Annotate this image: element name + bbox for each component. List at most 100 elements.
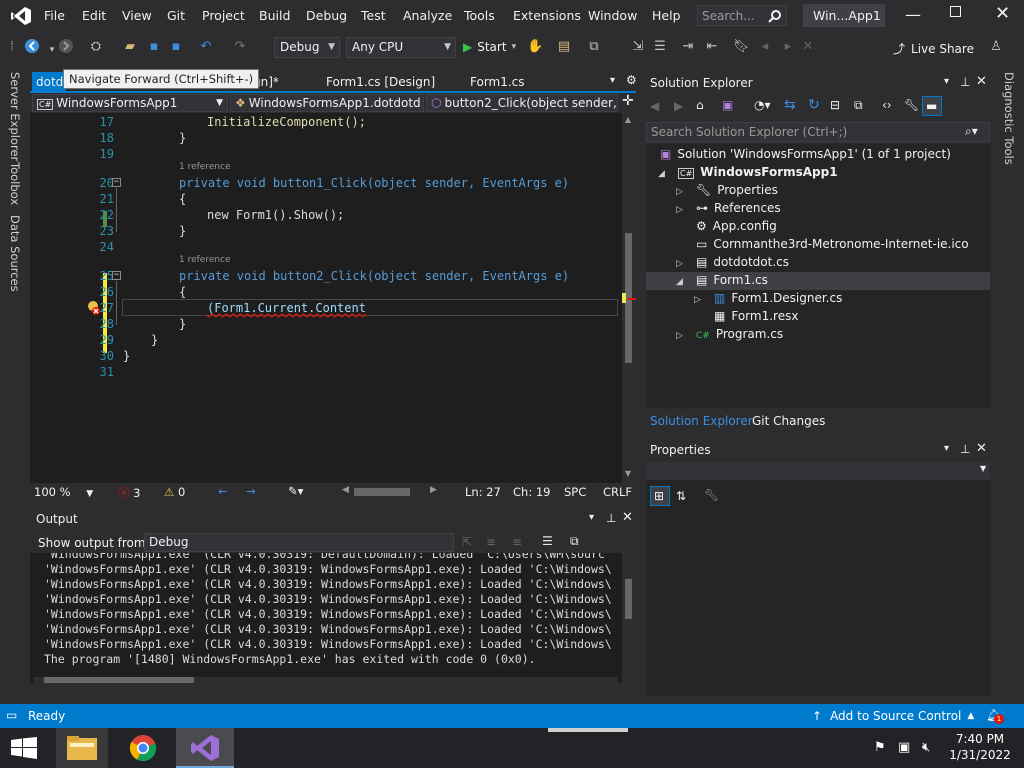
menu-edit[interactable]: Edit — [82, 8, 106, 23]
prev-issue-icon[interactable]: ← — [218, 484, 228, 498]
attach-icon[interactable]: ✋ — [527, 39, 543, 55]
properties-wrench-icon[interactable]: 🔧︎ — [904, 98, 919, 112]
expanded-arrow-icon[interactable]: ◢ — [658, 169, 665, 179]
collapse-icon[interactable]: − — [112, 271, 121, 280]
categorized-button[interactable]: ⊞ — [650, 486, 670, 506]
collapsed-arrow-icon[interactable]: ▷ — [676, 259, 683, 269]
split-icon[interactable]: ✛ — [622, 93, 634, 109]
switch-views-icon[interactable]: ▣ — [722, 98, 733, 112]
menu-help[interactable]: Help — [652, 8, 681, 23]
tree-node-dotdotdot[interactable]: ▤ dotdotdot.cs — [696, 255, 789, 269]
menu-git[interactable]: Git — [167, 8, 185, 23]
server-explorer-tab[interactable]: Server Explorer — [8, 72, 22, 161]
start-menu-button[interactable] — [0, 728, 48, 768]
browse-icon[interactable]: ▤ — [556, 39, 572, 55]
tree-node-app-config[interactable]: ⚙ App.config — [696, 219, 777, 233]
alphabetical-icon[interactable]: ⇅ — [676, 489, 686, 503]
output-horizontal-scrollbar[interactable] — [34, 677, 618, 683]
platform-dropdown[interactable]: Any CPU ▼ — [346, 37, 456, 58]
property-pages-icon[interactable]: 🔧︎ — [704, 488, 719, 502]
format-icon[interactable]: ☰ — [652, 39, 668, 55]
feedback-icon[interactable]: ♙ — [988, 39, 1004, 55]
undo-icon[interactable]: ↶ — [198, 39, 214, 55]
prev-message-icon[interactable]: ≡ — [486, 535, 496, 549]
properties-object-dropdown[interactable]: ▼ — [646, 462, 990, 480]
new-project-icon[interactable]: ⛭ — [88, 39, 104, 55]
network-icon[interactable]: ▣ — [898, 740, 910, 755]
scroll-down-icon[interactable]: ▼ — [625, 469, 631, 478]
close-icon[interactable]: ✕ — [622, 510, 633, 525]
search-box[interactable]: Search... — [697, 5, 787, 26]
pin-icon[interactable]: ⊥ — [606, 511, 616, 525]
data-sources-tab[interactable]: Data Sources — [8, 215, 22, 292]
minimize-icon[interactable]: — — [905, 5, 921, 24]
outdent-icon[interactable]: ⇤ — [704, 39, 720, 55]
close-icon[interactable]: ✕ — [976, 441, 987, 456]
word-wrap-icon[interactable]: ⧉ — [570, 534, 579, 549]
codelens-reference[interactable]: 1 reference — [179, 255, 231, 265]
project-dropdown[interactable]: C# WindowsFormsApp1 ▼ — [32, 94, 228, 112]
scroll-right-icon[interactable]: ▶ — [430, 485, 437, 495]
menu-project[interactable]: Project — [202, 8, 245, 23]
output-text[interactable]: 'WindowsFormsApp1.exe' (CLR v4.0.30319: … — [30, 553, 622, 683]
menu-build[interactable]: Build — [259, 8, 290, 23]
bookmark-icon[interactable]: 🔖︎ — [733, 39, 750, 55]
warning-count[interactable]: ⚠ 0 — [164, 485, 185, 499]
taskbar-chrome[interactable] — [116, 728, 170, 768]
navigate-forward-icon[interactable] — [58, 38, 74, 54]
notifications-button[interactable]: 🔔︎ 1 — [986, 708, 1004, 724]
taskbar-file-explorer[interactable] — [56, 728, 108, 768]
next-issue-icon[interactable]: → — [246, 484, 256, 498]
pane-menu-icon[interactable]: ▾ — [944, 76, 949, 87]
scroll-up-icon[interactable]: ▲ — [625, 115, 631, 124]
close-icon[interactable]: ✕ — [995, 3, 1010, 24]
diagnostic-tools-tab[interactable]: Diagnostic Tools — [1002, 72, 1016, 165]
lightbulb-error-icon[interactable] — [86, 300, 102, 316]
pane-menu-icon[interactable]: ▾ — [944, 443, 949, 454]
menu-extensions[interactable]: Extensions — [513, 8, 581, 23]
pending-changes-icon[interactable]: ◔▾ — [754, 98, 771, 112]
collapsed-arrow-icon[interactable]: ▷ — [676, 187, 683, 197]
code-editor[interactable]: 17 18 19 20 21 22 23 24 25 26 27 28 29 3… — [30, 113, 622, 483]
tree-node-ico[interactable]: ▭ Cornmanthe3rd-Metronome-Internet-ie.ico — [696, 237, 969, 251]
scroll-left-icon[interactable]: ◀ — [342, 485, 349, 495]
member-dropdown[interactable]: ⬡ button2_Click(object sender, E — [426, 94, 618, 112]
configuration-dropdown[interactable]: Debug ▼ — [274, 37, 340, 58]
menu-file[interactable]: File — [44, 8, 65, 23]
tree-node-program-cs[interactable]: C# Program.cs — [696, 327, 783, 341]
tree-node-form1-resx[interactable]: ▦ Form1.resx — [714, 309, 798, 323]
add-to-source-control-button[interactable]: ↑ Add to Source Control ▲ — [812, 709, 974, 723]
next-bookmark-icon[interactable]: ▸ — [780, 39, 796, 55]
collapsed-arrow-icon[interactable]: ▷ — [676, 331, 683, 341]
menu-analyze[interactable]: Analyze — [403, 8, 452, 23]
class-dropdown[interactable]: ❖ WindowsFormsApp1.dotdotd — [230, 94, 424, 112]
tree-node-solution[interactable]: ▣ Solution 'WindowsFormsApp1' (1 of 1 pro… — [660, 147, 951, 161]
refresh-icon[interactable]: ↻ — [808, 97, 820, 113]
output-source-dropdown[interactable]: Debug — [144, 533, 454, 552]
start-button[interactable]: ▶ Start ▾ — [463, 39, 516, 55]
expanded-arrow-icon[interactable]: ◢ — [676, 277, 683, 287]
codelens-reference[interactable]: 1 reference — [179, 162, 231, 172]
save-all-icon[interactable]: ▪ — [168, 39, 184, 55]
menu-test[interactable]: Test — [361, 8, 386, 23]
menu-window[interactable]: Window — [588, 8, 637, 23]
tree-node-form1-designer[interactable]: ▥ Form1.Designer.cs — [714, 291, 842, 305]
tab-git-changes[interactable]: Git Changes — [752, 414, 825, 428]
save-icon[interactable]: ▪ — [146, 39, 162, 55]
cleanup-icon[interactable]: ✎▾ — [288, 484, 303, 498]
clear-bookmarks-icon[interactable]: ✕ — [800, 39, 816, 55]
horizontal-scroll-thumb[interactable] — [354, 488, 410, 496]
tab-solution-explorer[interactable]: Solution Explorer — [650, 414, 753, 428]
preview-selected-button[interactable]: ▬ — [922, 96, 942, 116]
line-ending[interactable]: CRLF — [603, 485, 632, 499]
collapsed-arrow-icon[interactable]: ▷ — [694, 295, 701, 305]
menu-debug[interactable]: Debug — [306, 8, 347, 23]
output-vertical-scrollbar[interactable] — [622, 553, 636, 683]
visual-studio-logo-icon[interactable] — [10, 6, 32, 26]
gear-icon[interactable]: ⚙ — [626, 73, 637, 87]
show-all-files-icon[interactable]: ⧉ — [854, 98, 863, 113]
editor-vertical-scrollbar[interactable]: ▲ ▼ — [622, 113, 636, 483]
clear-all-icon[interactable]: ☰ — [542, 534, 553, 548]
step-icon[interactable]: ⇲ — [630, 39, 646, 55]
menu-view[interactable]: View — [122, 8, 152, 23]
